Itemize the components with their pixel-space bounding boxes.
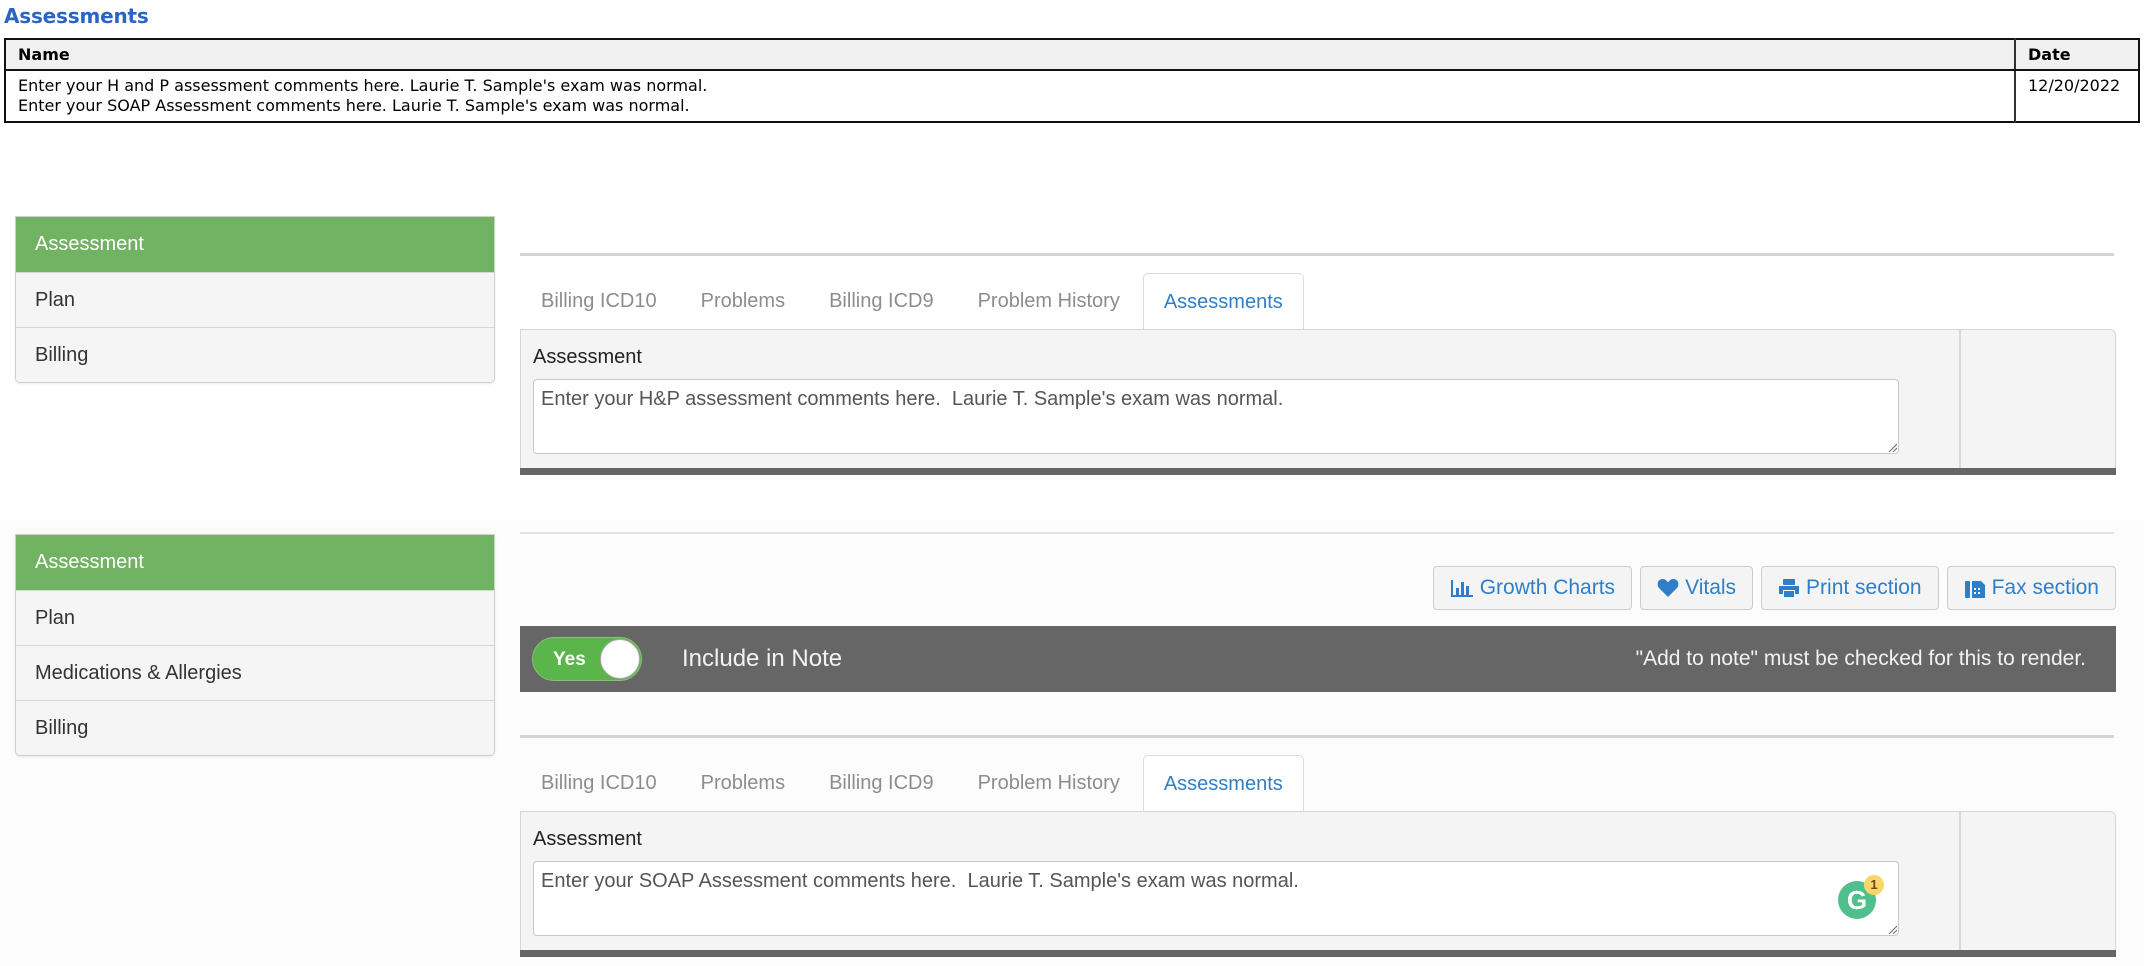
section-divider	[520, 253, 2114, 256]
assessment-name-cell: Enter your H and P assessment comments h…	[4, 69, 2016, 123]
soap-assessment-section: Assessment Plan Medications & Allergies …	[0, 520, 2144, 966]
tab-billing-icd9[interactable]: Billing ICD9	[808, 754, 954, 811]
fax-section-label: Fax section	[1991, 576, 2099, 599]
panel-divider	[1959, 330, 1961, 468]
column-header-name: Name	[4, 38, 2016, 71]
section-divider	[520, 532, 2114, 534]
assessment-panel: Assessment Enter your SOAP Assessment co…	[520, 811, 2116, 957]
print-icon	[1779, 579, 1800, 597]
fax-section-button[interactable]: Fax section	[1946, 566, 2116, 610]
assessment-line: Enter your H and P assessment comments h…	[18, 76, 708, 95]
nav-item-assessment[interactable]: Assessment	[16, 535, 494, 590]
heart-icon	[1657, 579, 1679, 597]
tab-problems[interactable]: Problems	[680, 754, 806, 811]
tab-bar: Billing ICD10 Problems Billing ICD9 Prob…	[520, 754, 1306, 812]
resize-grip-icon[interactable]	[1887, 442, 1897, 452]
hp-assessment-textarea[interactable]: Enter your H&P assessment comments here.…	[533, 379, 1899, 454]
tab-problems[interactable]: Problems	[680, 272, 806, 329]
print-section-button[interactable]: Print section	[1761, 566, 1939, 610]
include-in-note-bar: Yes Include in Note "Add to note" must b…	[520, 626, 2116, 692]
tab-billing-icd10[interactable]: Billing ICD10	[520, 754, 678, 811]
assessments-summary-table: Name Date Enter your H and P assessment …	[4, 38, 2140, 123]
tab-problem-history[interactable]: Problem History	[957, 272, 1141, 329]
include-in-note-toggle[interactable]: Yes	[532, 637, 642, 681]
nav-item-medications-allergies[interactable]: Medications & Allergies	[16, 645, 494, 700]
nav-item-billing[interactable]: Billing	[16, 700, 494, 755]
tab-bar: Billing ICD10 Problems Billing ICD9 Prob…	[520, 272, 1306, 330]
nav-item-plan[interactable]: Plan	[16, 272, 494, 327]
growth-charts-label: Growth Charts	[1479, 576, 1616, 599]
tab-billing-icd9[interactable]: Billing ICD9	[808, 272, 954, 329]
tab-assessments[interactable]: Assessments	[1142, 755, 1304, 812]
nav-item-plan[interactable]: Plan	[16, 590, 494, 645]
include-in-note-label: Include in Note	[682, 645, 843, 672]
section-actions: Growth Charts Vitals Print section Fax s…	[1432, 566, 2116, 610]
summary-title: Assessments	[4, 4, 149, 28]
assessment-label: Assessment	[533, 828, 642, 850]
tab-assessments[interactable]: Assessments	[1142, 273, 1304, 330]
vitals-label: Vitals	[1685, 576, 1737, 599]
tab-billing-icd10[interactable]: Billing ICD10	[520, 272, 678, 329]
column-header-date: Date	[2014, 38, 2140, 71]
resize-grip-icon[interactable]	[1887, 924, 1897, 934]
table-header-row: Name Date	[4, 38, 2140, 71]
soap-assessment-textarea[interactable]: Enter your SOAP Assessment comments here…	[533, 861, 1899, 936]
toggle-state-label: Yes	[553, 649, 586, 670]
assessment-date-cell: 12/20/2022	[2014, 69, 2140, 123]
render-hint: "Add to note" must be checked for this t…	[1635, 647, 2086, 670]
assessment-panel: Assessment Enter your H&P assessment com…	[520, 329, 2116, 475]
section-nav: Assessment Plan Medications & Allergies …	[15, 534, 495, 756]
growth-charts-button[interactable]: Growth Charts	[1432, 566, 1633, 610]
fax-icon	[1964, 581, 1985, 598]
section-nav: Assessment Plan Billing	[15, 216, 495, 383]
hp-assessment-section: Assessment Plan Billing Billing ICD10 Pr…	[0, 210, 2144, 480]
grammarly-button[interactable]: G 1	[1838, 875, 1884, 919]
vitals-button[interactable]: Vitals	[1640, 566, 1754, 610]
assessment-line: Enter your SOAP Assessment comments here…	[18, 96, 690, 115]
toggle-knob	[600, 639, 640, 679]
nav-item-billing[interactable]: Billing	[16, 327, 494, 382]
panel-divider	[1959, 812, 1961, 950]
nav-item-assessment[interactable]: Assessment	[16, 217, 494, 272]
bar-chart-icon	[1450, 580, 1473, 597]
tab-problem-history[interactable]: Problem History	[957, 754, 1141, 811]
assessment-label: Assessment	[533, 346, 642, 368]
table-row: Enter your H and P assessment comments h…	[4, 69, 2140, 123]
print-section-label: Print section	[1806, 576, 1922, 599]
grammarly-count-badge: 1	[1864, 875, 1884, 895]
section-divider	[520, 735, 2114, 738]
